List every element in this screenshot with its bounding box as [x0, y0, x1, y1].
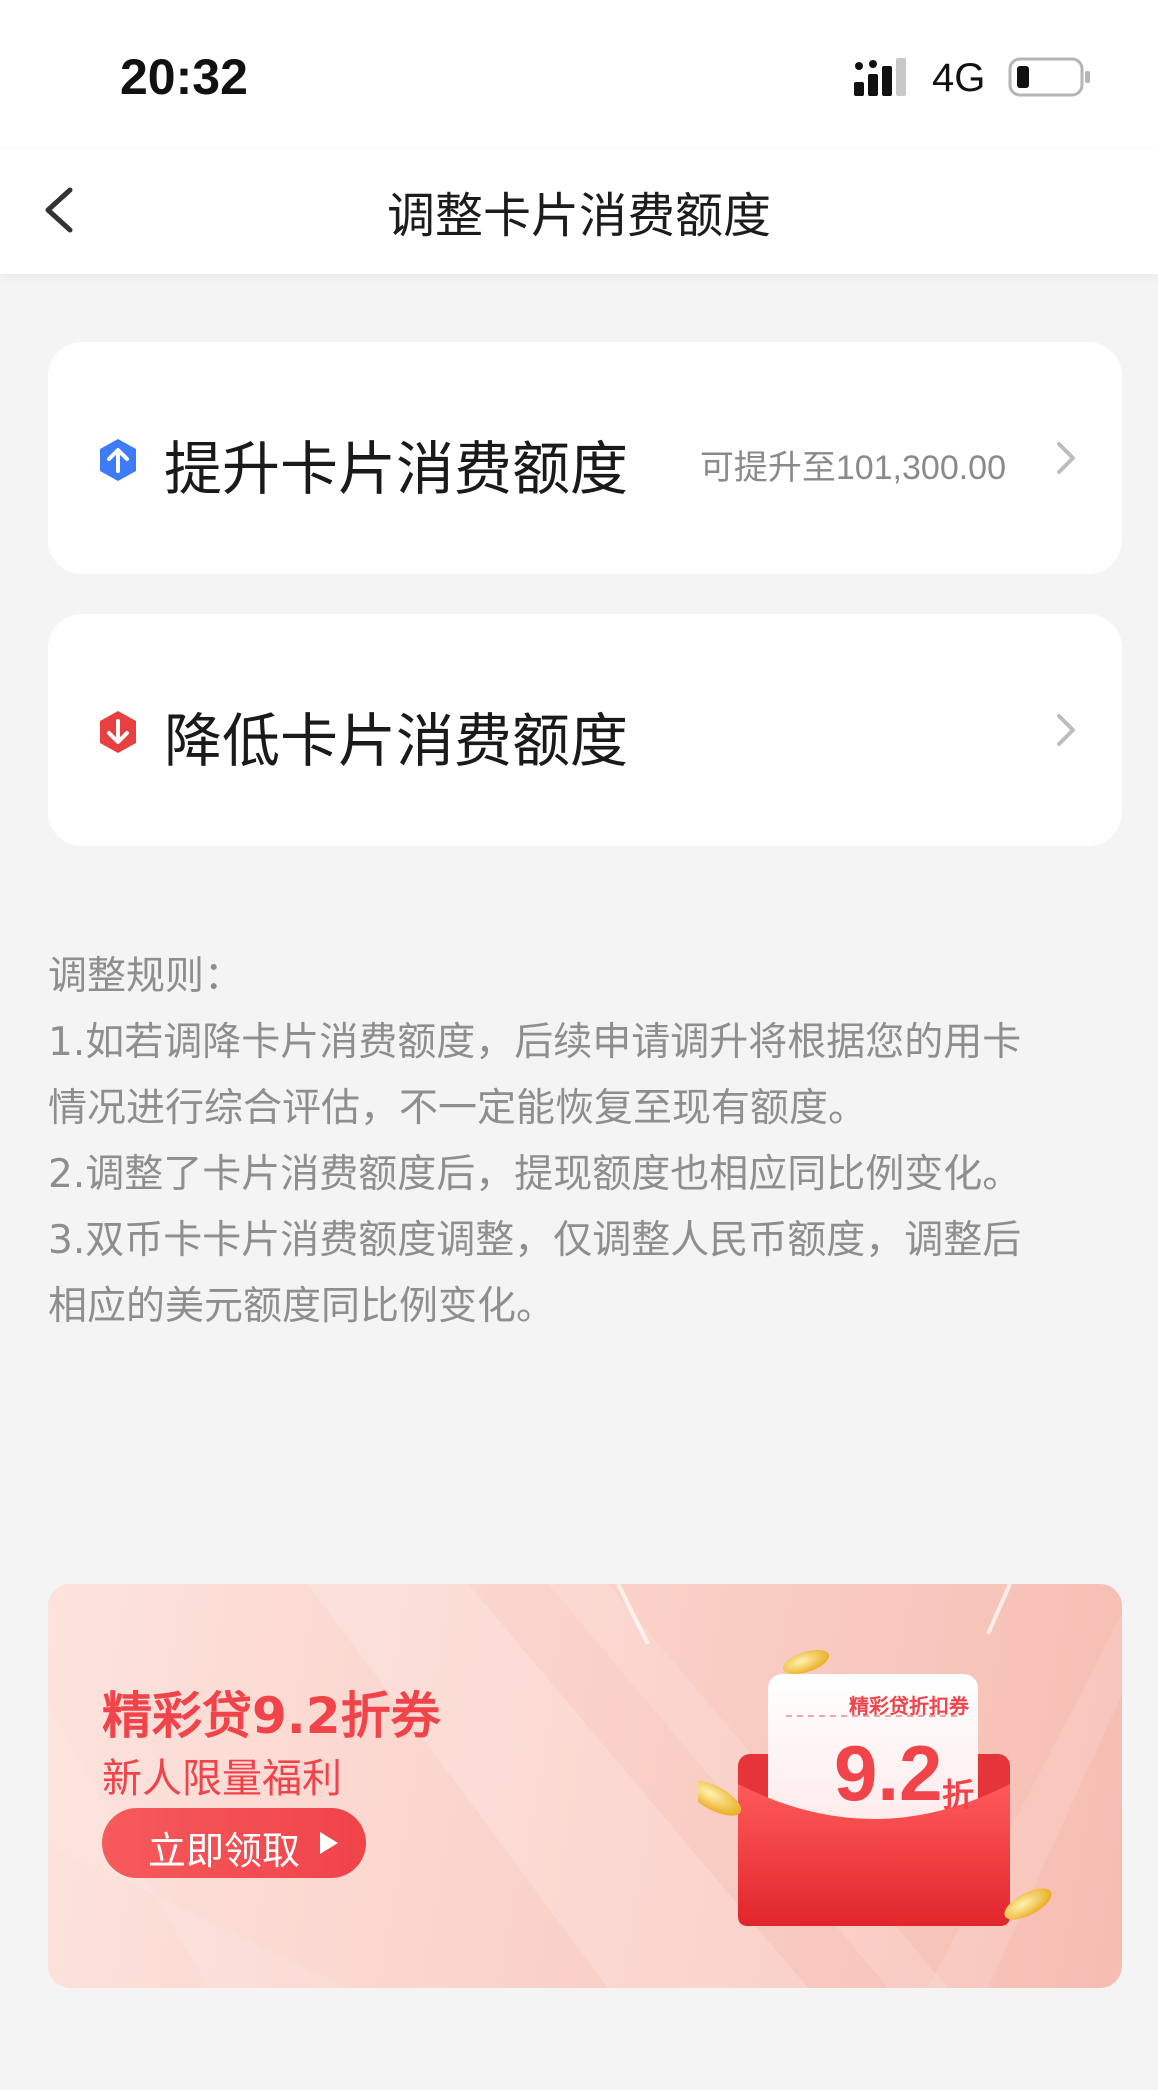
decrease-limit-label: 降低卡片消费额度	[164, 707, 629, 775]
banner-subtitle: 新人限量福利	[102, 1756, 342, 1802]
arrow-down-hexagon-icon	[100, 711, 136, 753]
navigation-bar: 调整卡片消费额度	[0, 150, 1158, 274]
coupon-discount-unit: 折	[942, 1776, 975, 1814]
increase-limit-option[interactable]: 提升卡片消费额度 可提升至101,300.00	[48, 342, 1122, 574]
promo-banner[interactable]: 精彩贷9.2折券 新人限量福利 立即领取 精彩贷折扣券 9.2 折	[48, 1584, 1122, 1988]
page-title: 调整卡片消费额度	[386, 188, 771, 244]
coupon-discount-value: 9.2	[834, 1729, 943, 1817]
chevron-right-icon	[1057, 714, 1075, 746]
rules-line: 相应的美元额度同比例变化。	[48, 1284, 556, 1329]
rules-line: 3.双币卡卡片消费额度调整，仅调整人民币额度，调整后	[48, 1218, 1022, 1263]
claim-now-button[interactable]: 立即领取	[102, 1808, 366, 1878]
coupon-heading: 精彩贷折扣券	[849, 1694, 969, 1718]
adjustment-rules: 调整规则： 1.如若调降卡片消费额度，后续申请调升将根据您的用卡 情况进行综合评…	[48, 944, 1118, 1340]
chevron-right-icon	[1057, 442, 1075, 474]
arrow-up-hexagon-icon	[100, 439, 136, 481]
rules-heading: 调整规则：	[48, 954, 244, 999]
max-limit-hint: 可提升至101,300.00	[699, 449, 1006, 487]
increase-limit-label: 提升卡片消费额度	[164, 435, 629, 503]
status-time: 20:32	[120, 49, 248, 105]
rules-line: 情况进行综合评估，不一定能恢复至现有额度。	[48, 1086, 868, 1131]
battery-low-icon	[1008, 57, 1090, 97]
rules-line: 2.调整了卡片消费额度后，提现额度也相应同比例变化。	[48, 1152, 1022, 1197]
banner-title: 精彩贷9.2折券	[102, 1687, 441, 1745]
rules-line: 1.如若调降卡片消费额度，后续申请调升将根据您的用卡	[48, 1020, 1022, 1065]
play-triangle-icon	[320, 1832, 338, 1854]
claim-now-label: 立即领取	[148, 1829, 301, 1873]
decrease-limit-option[interactable]: 降低卡片消费额度	[48, 614, 1122, 846]
network-type: 4G	[932, 56, 986, 100]
signal-bars-icon	[854, 58, 906, 96]
status-bar: 20:32 4G	[0, 0, 1158, 150]
